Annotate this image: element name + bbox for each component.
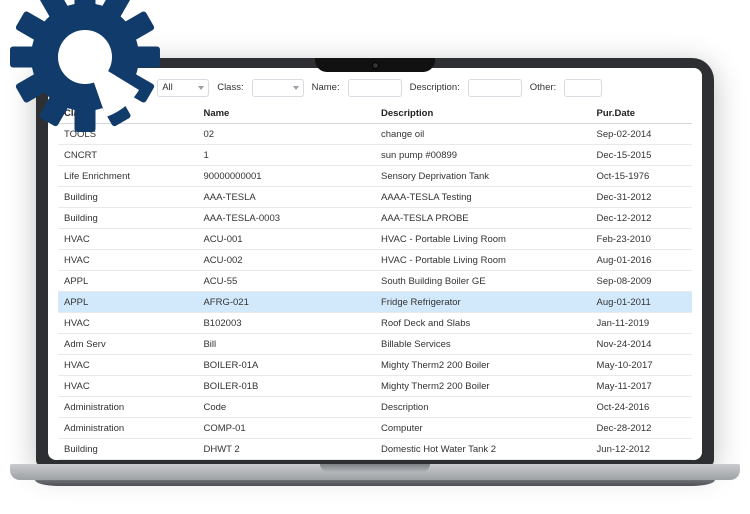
cell-pur_date: Aug-01-2016 (591, 250, 692, 271)
col-header-name[interactable]: Name (197, 103, 375, 124)
table-row[interactable]: HVACBOILER-01BMighty Therm2 200 BoilerMa… (58, 376, 692, 397)
description-label: Description: (410, 82, 460, 93)
cell-description: AAAA-TESLA Testing (375, 187, 591, 208)
cell-name: AFRG-021 (197, 292, 375, 313)
cell-pur_date: Aug-01-2011 (591, 292, 692, 313)
cell-class: APPL (58, 271, 197, 292)
cell-pur_date: Nov-24-2014 (591, 334, 692, 355)
table-row[interactable]: Adm ServBillBillable ServicesNov-24-2014 (58, 334, 692, 355)
other-label: Other: (530, 82, 556, 93)
other-input[interactable] (564, 79, 602, 97)
cell-class: Building (58, 187, 197, 208)
cell-description: Computer (375, 418, 591, 439)
cell-description: Fridge Refrigerator (375, 292, 591, 313)
col-header-purdate[interactable]: Pur.Date (591, 103, 692, 124)
cell-class: Building (58, 208, 197, 229)
laptop-base (10, 464, 740, 486)
cell-class: Adm Serv (58, 334, 197, 355)
cell-name: Bill (197, 334, 375, 355)
cell-class: Building (58, 439, 197, 460)
cell-name: 90000000001 (197, 166, 375, 187)
table-row[interactable]: HVACBOILER-01AMighty Therm2 200 BoilerMa… (58, 355, 692, 376)
cell-class: HVAC (58, 229, 197, 250)
cell-description: AAA-TESLA PROBE (375, 208, 591, 229)
table-row[interactable]: HVACACU-001HVAC - Portable Living RoomFe… (58, 229, 692, 250)
cell-name: COMP-01 (197, 418, 375, 439)
cell-class: Administration (58, 397, 197, 418)
cell-pur_date: Jun-12-2012 (591, 439, 692, 460)
cell-name: BOILER-01B (197, 376, 375, 397)
cell-description: Description (375, 397, 591, 418)
name-input[interactable] (348, 79, 402, 97)
table-row[interactable]: CNCRT1sun pump #00899Dec-15-2015 (58, 145, 692, 166)
cell-class: HVAC (58, 355, 197, 376)
cell-description: HVAC - Portable Living Room (375, 229, 591, 250)
table-row[interactable]: Life Enrichment90000000001Sensory Depriv… (58, 166, 692, 187)
cell-pur_date: Sep-08-2009 (591, 271, 692, 292)
table-row[interactable]: BuildingAAA-TESLAAAAA-TESLA TestingDec-3… (58, 187, 692, 208)
cell-pur_date: Dec-31-2012 (591, 187, 692, 208)
table-row[interactable]: BuildingDHWT 2Domestic Hot Water Tank 2J… (58, 439, 692, 460)
cell-description: Roof Deck and Slabs (375, 313, 591, 334)
cell-description: HVAC - Portable Living Room (375, 250, 591, 271)
cell-name: AAA-TESLA-0003 (197, 208, 375, 229)
gear-icon (10, 0, 160, 132)
camera-icon (373, 63, 378, 68)
cell-pur_date: Oct-15-1976 (591, 166, 692, 187)
cell-pur_date: Oct-24-2016 (591, 397, 692, 418)
cell-description: sun pump #00899 (375, 145, 591, 166)
cell-class: HVAC (58, 376, 197, 397)
description-input[interactable] (468, 79, 522, 97)
cell-description: Mighty Therm2 200 Boiler (375, 376, 591, 397)
cell-name: 1 (197, 145, 375, 166)
cell-pur_date: Feb-23-2010 (591, 229, 692, 250)
table-row[interactable]: AdministrationCOMP-01ComputerDec-28-2012 (58, 418, 692, 439)
cell-class: Life Enrichment (58, 166, 197, 187)
table-row[interactable]: APPLAFRG-021Fridge RefrigeratorAug-01-20… (58, 292, 692, 313)
table-row[interactable]: AdministrationCodeDescriptionOct-24-2016 (58, 397, 692, 418)
cell-name: ACU-55 (197, 271, 375, 292)
cell-name: ACU-001 (197, 229, 375, 250)
cell-pur_date: Dec-12-2012 (591, 208, 692, 229)
cell-pur_date: Jan-11-2019 (591, 313, 692, 334)
cell-name: ACU-002 (197, 250, 375, 271)
table-row[interactable]: APPLACU-55South Building Boiler GESep-08… (58, 271, 692, 292)
cell-description: Billable Services (375, 334, 591, 355)
cell-name: B102003 (197, 313, 375, 334)
cell-class: HVAC (58, 313, 197, 334)
cell-class: Administration (58, 418, 197, 439)
asset-table: Class Name Description Pur.Date TOOLS02c… (58, 103, 692, 460)
name-label: Name: (312, 82, 340, 93)
laptop-notch (315, 58, 435, 72)
cell-description: change oil (375, 124, 591, 145)
cell-name: BOILER-01A (197, 355, 375, 376)
col-header-description[interactable]: Description (375, 103, 591, 124)
cell-description: South Building Boiler GE (375, 271, 591, 292)
cell-name: AAA-TESLA (197, 187, 375, 208)
cell-description: Domestic Hot Water Tank 2 (375, 439, 591, 460)
facility-select[interactable]: All (157, 79, 209, 97)
chevron-down-icon (198, 86, 204, 90)
cell-description: Mighty Therm2 200 Boiler (375, 355, 591, 376)
table-row[interactable]: HVACACU-002HVAC - Portable Living RoomAu… (58, 250, 692, 271)
cell-name: 02 (197, 124, 375, 145)
cell-name: DHWT 2 (197, 439, 375, 460)
cell-pur_date: Sep-02-2014 (591, 124, 692, 145)
table-row[interactable]: BuildingAAA-TESLA-0003AAA-TESLA PROBEDec… (58, 208, 692, 229)
cell-description: Sensory Deprivation Tank (375, 166, 591, 187)
cell-pur_date: Dec-28-2012 (591, 418, 692, 439)
class-select[interactable] (252, 79, 304, 97)
cell-class: CNCRT (58, 145, 197, 166)
cell-pur_date: Dec-15-2015 (591, 145, 692, 166)
chevron-down-icon (293, 86, 299, 90)
class-label: Class: (217, 82, 243, 93)
cell-pur_date: May-11-2017 (591, 376, 692, 397)
cell-class: HVAC (58, 250, 197, 271)
facility-value: All (162, 82, 173, 93)
cell-pur_date: May-10-2017 (591, 355, 692, 376)
cell-name: Code (197, 397, 375, 418)
table-row[interactable]: HVACB102003Roof Deck and SlabsJan-11-201… (58, 313, 692, 334)
cell-class: APPL (58, 292, 197, 313)
